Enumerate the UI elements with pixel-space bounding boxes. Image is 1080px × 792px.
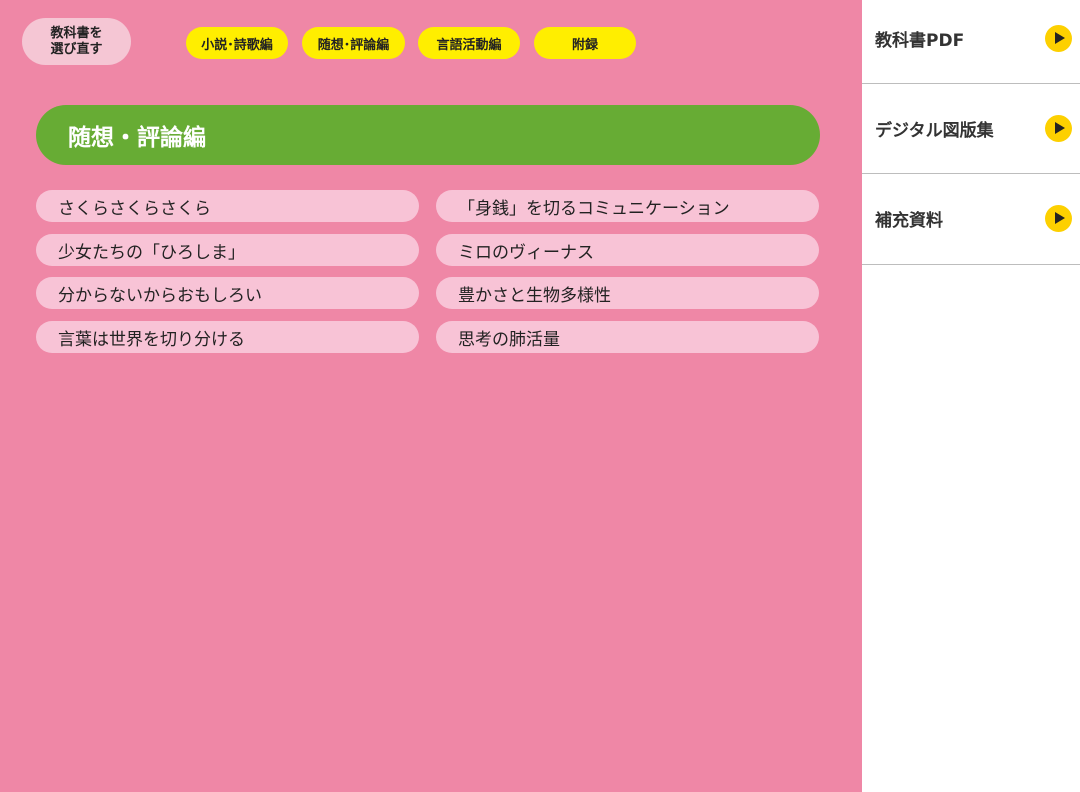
list-item[interactable]: 少女たちの「ひろしま」 [36,234,419,266]
list-item[interactable]: 「身銭」を切るコミュニケーション [436,190,819,222]
list-item[interactable]: 豊かさと生物多様性 [436,277,819,309]
main-panel: 教科書を 選び直す 小説･詩歌編 随想･評論編 言語活動編 附録 随想・評論編 … [0,0,862,792]
play-arrow-icon [1045,25,1072,52]
page: 教科書を 選び直す 小説･詩歌編 随想･評論編 言語活動編 附録 随想・評論編 … [0,0,1080,792]
sidebar-item-textbook-pdf[interactable]: 教科書PDF [862,0,1080,84]
sidebar: 教科書PDF デジタル図版集 補充資料 [862,0,1080,792]
sidebar-item-label: 教科書PDF [875,31,965,51]
play-arrow-icon [1045,205,1072,232]
list-item[interactable]: 思考の肺活量 [436,321,819,353]
sidebar-item-digital-figures[interactable]: デジタル図版集 [862,84,1080,174]
section-title: 随想・評論編 [36,105,820,165]
tab-essay-criticism[interactable]: 随想･評論編 [302,27,405,59]
list-item[interactable]: 分からないからおもしろい [36,277,419,309]
sidebar-item-label: 補充資料 [875,211,943,231]
reselect-textbook-button[interactable]: 教科書を 選び直す [22,18,131,65]
tab-appendix[interactable]: 附録 [534,27,636,59]
list-item[interactable]: 言葉は世界を切り分ける [36,321,419,353]
list-item[interactable]: ミロのヴィーナス [436,234,819,266]
tab-novel-poetry[interactable]: 小説･詩歌編 [186,27,288,59]
sidebar-item-supplementary[interactable]: 補充資料 [862,174,1080,265]
play-arrow-icon [1045,115,1072,142]
tab-language-activity[interactable]: 言語活動編 [418,27,520,59]
list-item[interactable]: さくらさくらさくら [36,190,419,222]
sidebar-item-label: デジタル図版集 [875,121,994,141]
